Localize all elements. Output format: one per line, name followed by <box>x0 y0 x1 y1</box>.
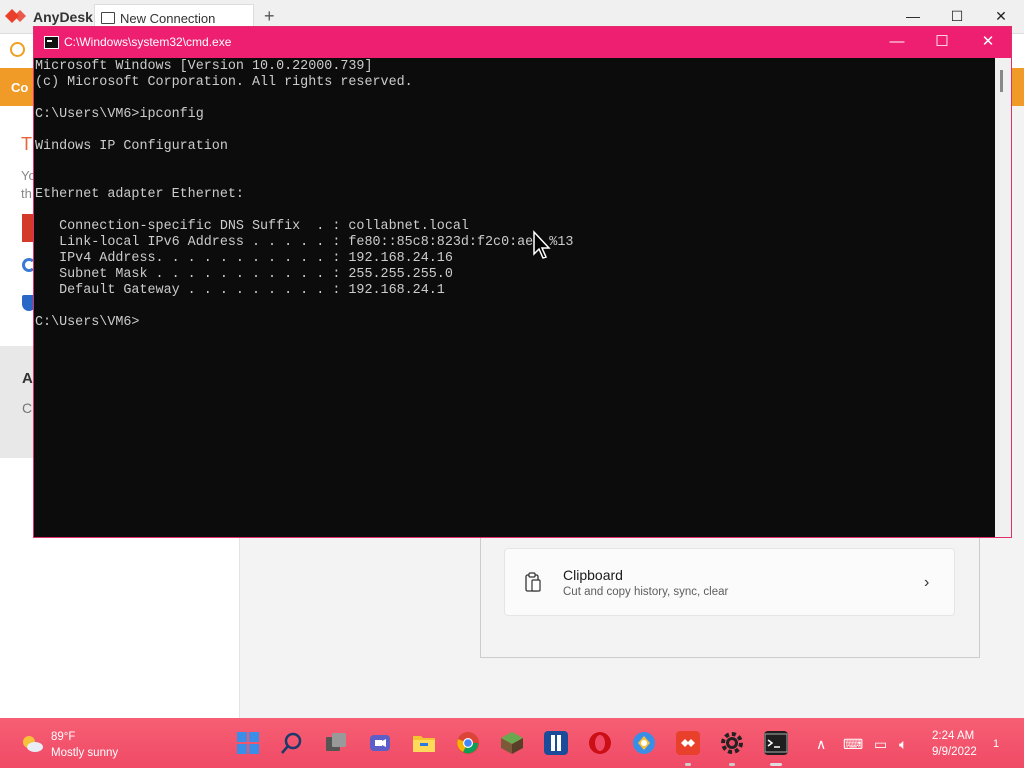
search-icon[interactable] <box>280 731 304 755</box>
notification-count[interactable]: 1 <box>993 738 999 750</box>
clipboard-title: Clipboard <box>563 567 623 583</box>
console-line: Default Gateway . . . . . . . . . : 192.… <box>35 283 445 298</box>
chrome-icon[interactable] <box>456 731 480 755</box>
running-indicator <box>729 763 735 766</box>
chevron-right-icon: › <box>924 574 930 591</box>
console-line: C:\Users\VM6>ipconfig <box>35 107 204 122</box>
anydesk-icon[interactable] <box>676 731 700 755</box>
app-icon[interactable] <box>544 731 568 755</box>
session-bar-label[interactable]: Co <box>11 80 28 95</box>
anydesk-close-button[interactable]: ✕ <box>986 6 1016 26</box>
cmd-scrollbar[interactable] <box>995 58 1011 537</box>
mouse-cursor-icon <box>533 230 551 259</box>
settings-icon[interactable] <box>720 731 744 755</box>
console-line: Link-local IPv6 Address . . . . . : fe80… <box>35 235 574 250</box>
cmd-window-title: C:\Windows\system32\cmd.exe <box>64 35 232 49</box>
console-line: Microsoft Windows [Version 10.0.22000.73… <box>35 59 373 74</box>
left-panel-title: T <box>21 134 32 154</box>
chevron-up-icon[interactable]: ∧ <box>816 736 826 753</box>
teams-chat-icon[interactable] <box>368 731 392 755</box>
left-panel-text: th <box>21 186 32 201</box>
console-line: C:\Users\VM6> <box>35 315 140 330</box>
clipboard-subtitle: Cut and copy history, sync, clear <box>563 586 729 598</box>
cmd-minimize-button[interactable]: — <box>882 31 912 53</box>
anydesk-minimize-button[interactable]: — <box>898 6 928 26</box>
file-explorer-icon[interactable] <box>412 731 436 755</box>
network-icon[interactable]: ▭ <box>874 736 887 753</box>
active-indicator <box>770 763 782 766</box>
cmd-console-output[interactable]: Microsoft Windows [Version 10.0.22000.73… <box>34 58 995 537</box>
left-section-heading: A <box>22 370 33 387</box>
cmd-scrollbar-thumb[interactable] <box>1000 70 1003 92</box>
cmd-maximize-button[interactable]: ☐ <box>927 31 957 53</box>
task-view-icon[interactable] <box>324 731 348 755</box>
console-line: Windows IP Configuration <box>35 139 228 154</box>
console-line: IPv4 Address. . . . . . . . . . . : 192.… <box>35 251 453 266</box>
volume-icon[interactable]: 🔈︎ <box>899 736 907 753</box>
console-line: Subnet Mask . . . . . . . . . . . : 255.… <box>35 267 453 282</box>
status-icon <box>10 42 25 57</box>
console-line: (c) Microsoft Corporation. All rights re… <box>35 75 413 90</box>
clipboard-icon <box>525 572 541 592</box>
cmd-titlebar[interactable]: C:\Windows\system32\cmd.exe — ☐ ✕ <box>34 27 1011 58</box>
running-indicator <box>685 763 691 766</box>
anydesk-app-name: AnyDesk <box>33 9 93 25</box>
add-tab-button[interactable]: + <box>264 6 275 27</box>
cmd-close-button[interactable]: ✕ <box>973 31 1003 53</box>
minecraft-icon[interactable] <box>500 731 524 755</box>
clock-time[interactable]: 2:24 AM <box>932 730 974 742</box>
anydesk-maximize-button[interactable]: ☐ <box>942 6 972 26</box>
monitor-icon <box>101 12 115 24</box>
cmd-app-icon <box>44 36 59 49</box>
console-line: Ethernet adapter Ethernet: <box>35 187 244 202</box>
weather-description[interactable]: Mostly sunny <box>51 747 118 759</box>
weather-temperature[interactable]: 89°F <box>51 731 75 743</box>
cmd-window[interactable]: C:\Windows\system32\cmd.exe — ☐ ✕ Micros… <box>33 26 1012 538</box>
console-line: Connection-specific DNS Suffix . : colla… <box>35 219 469 234</box>
anydesk-logo-icon <box>5 9 26 23</box>
tab-label: New Connection <box>120 11 216 26</box>
browser-icon[interactable] <box>632 731 656 755</box>
terminal-icon[interactable] <box>764 731 788 755</box>
keyboard-icon[interactable]: ⌨ <box>843 736 863 753</box>
weather-icon[interactable] <box>20 733 44 753</box>
start-icon[interactable] <box>236 731 260 755</box>
clock-date[interactable]: 9/9/2022 <box>932 746 977 758</box>
opera-icon[interactable] <box>588 731 612 755</box>
